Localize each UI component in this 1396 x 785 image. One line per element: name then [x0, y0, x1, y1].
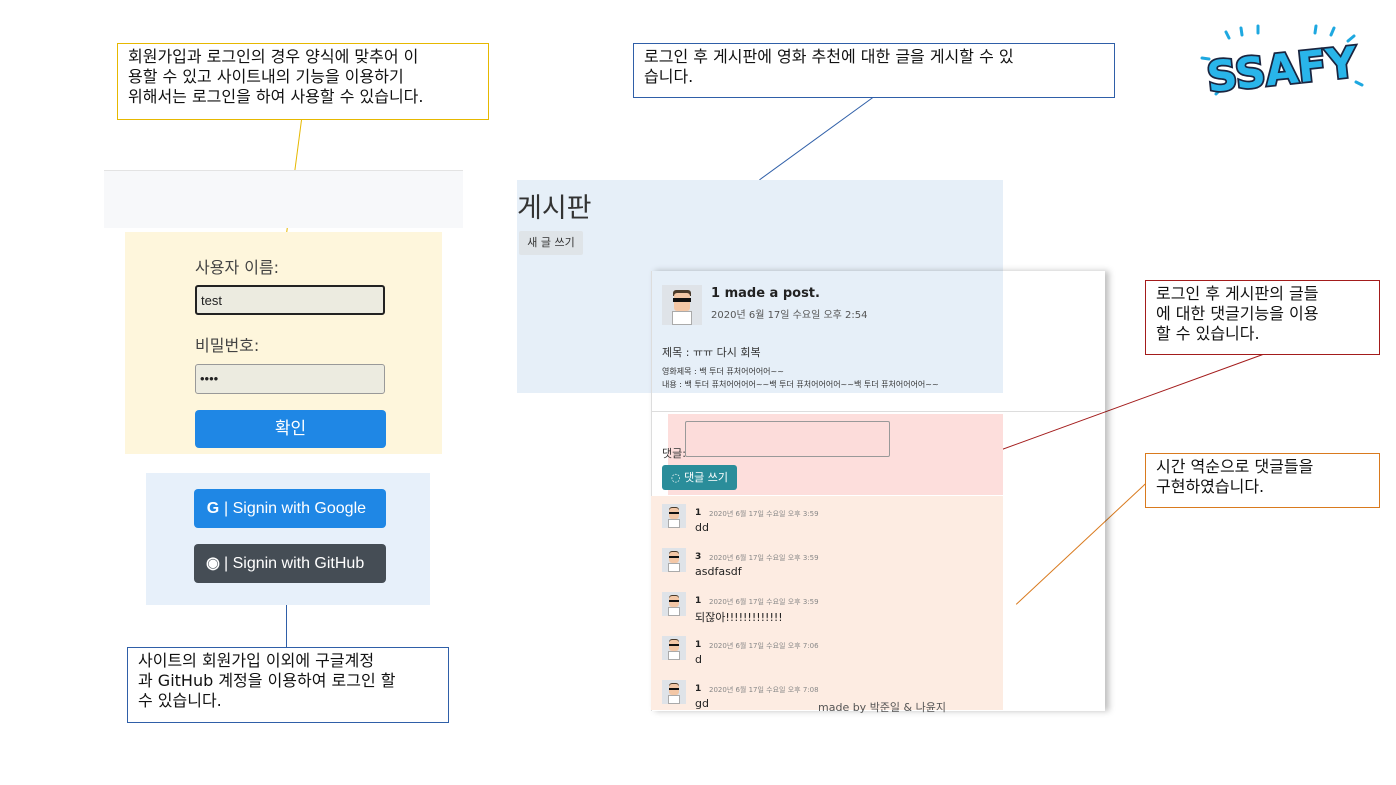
comment-submit-label: 댓글 쓰기 — [684, 471, 729, 484]
login-callout-line: 회원가입과 로그인의 경우 양식에 맞추어 이 — [128, 47, 419, 66]
comment-textarea[interactable] — [685, 421, 890, 457]
google-signin-label: | Signin with Google — [224, 500, 367, 517]
oauth-callout-line: 수 있습니다. — [138, 691, 222, 710]
board-callout-line: 습니다. — [644, 67, 694, 86]
board-callout-line: 로그인 후 게시판에 영화 추천에 대한 글을 게시할 수 있 — [644, 47, 1014, 66]
login-callout-line: 위해서는 로그인을 하여 사용할 수 있습니다. — [128, 87, 424, 106]
login-callout-line: 용할 수 있고 사이트내의 기능을 이용하기 — [128, 67, 404, 86]
comment-callout-line: 로그인 후 게시판의 글들 — [1156, 284, 1319, 303]
comment-text: gd — [695, 697, 709, 710]
comment-submit-button[interactable]: ◌ 댓글 쓰기 — [662, 465, 737, 490]
comment-avatar — [662, 504, 686, 528]
post-content: 내용 : 백 투더 퓨처어어어어~~백 투더 퓨처어어어어~~백 투더 퓨처어어… — [662, 380, 939, 389]
comment-author: 3 — [695, 552, 702, 562]
github-icon: ◉ — [206, 555, 220, 572]
comment-date: 2020년 6월 17일 수요일 오후 7:08 — [709, 686, 819, 694]
oauth-panel: G | Signin with Google ◉ | Signin with Git… — [146, 473, 430, 605]
login-form: 사용자 이름: test 비밀번호: •••• 확인 — [125, 232, 442, 454]
comment-callout-line: 에 대한 댓글기능을 이용 — [1156, 304, 1319, 323]
comment-text: dd — [695, 521, 709, 534]
oauth-callout: 사이트의 회원가입 이외에 구글계정 과 GitHub 계정을 이용하여 로그인… — [127, 647, 449, 723]
order-callout: 시간 역순으로 댓글들을 구현하였습니다. — [1145, 453, 1380, 508]
post-subject: 제목 : ㅠㅠ 다시 회복 — [662, 346, 761, 359]
order-callout-line: 구현하였습니다. — [1156, 477, 1265, 496]
post-author: 1 made a post. — [711, 286, 820, 301]
ssafy-logo: SSAFY — [1200, 24, 1364, 103]
google-icon: G — [206, 500, 220, 517]
username-input[interactable]: test — [195, 285, 385, 315]
comment-date: 2020년 6월 17일 수요일 오후 3:59 — [709, 554, 819, 562]
comment-avatar — [662, 548, 686, 572]
comment-author: 1 — [695, 596, 702, 606]
google-signin-button[interactable]: G | Signin with Google — [194, 489, 386, 528]
comment-text: d — [695, 653, 702, 666]
new-post-button[interactable]: 새 글 쓰기 — [519, 231, 583, 255]
username-label: 사용자 이름: — [195, 258, 280, 277]
oauth-callout-line: 사이트의 회원가입 이외에 구글계정 — [138, 651, 375, 670]
comment-label: 댓글: — [662, 447, 686, 460]
comment-date: 2020년 6월 17일 수요일 오후 7:06 — [709, 642, 819, 650]
password-label: 비밀번호: — [195, 336, 260, 355]
comment-text: 되잖아!!!!!!!!!!!!! — [695, 611, 783, 624]
comment-date: 2020년 6월 17일 수요일 오후 3:59 — [709, 510, 819, 518]
ssafy-logo-text: SSAFY — [1204, 37, 1359, 101]
board-callout: 로그인 후 게시판에 영화 추천에 대한 글을 게시할 수 있 습니다. — [633, 43, 1115, 98]
board-callout-connector — [759, 97, 873, 181]
comment-author: 1 — [695, 684, 702, 694]
comment-avatar — [662, 592, 686, 616]
oauth-callout-connector — [286, 605, 287, 647]
comment-callout: 로그인 후 게시판의 글들 에 대한 댓글기능을 이용 할 수 있습니다. — [1145, 280, 1380, 355]
post-date: 2020년 6월 17일 수요일 오후 2:54 — [711, 310, 868, 321]
footer-credit: made by 박준일 & 나윤지 — [818, 701, 946, 714]
order-callout-line: 시간 역순으로 댓글들을 — [1156, 457, 1314, 476]
comment-callout-line: 할 수 있습니다. — [1156, 324, 1260, 343]
post-divider — [651, 411, 1101, 412]
password-input[interactable]: •••• — [195, 364, 385, 394]
comment-author: 1 — [695, 508, 702, 518]
navbar-strip — [104, 170, 463, 228]
github-signin-button[interactable]: ◉ | Signin with GitHub — [194, 544, 386, 583]
github-signin-label: | Signin with GitHub — [224, 555, 365, 572]
confirm-button[interactable]: 확인 — [195, 410, 386, 448]
post-movie-title: 영화제목 : 백 투더 퓨처어어어어~~ — [662, 367, 784, 376]
comment-avatar — [662, 680, 686, 704]
comment-text: asdfasdf — [695, 565, 742, 578]
comment-bubble-icon: ◌ — [670, 471, 685, 484]
comment-author: 1 — [695, 640, 702, 650]
board-title: 게시판 — [517, 193, 592, 224]
post-avatar — [662, 285, 702, 325]
login-callout: 회원가입과 로그인의 경우 양식에 맞추어 이 용할 수 있고 사이트내의 기능… — [117, 43, 489, 120]
comment-avatar — [662, 636, 686, 660]
oauth-callout-line: 과 GitHub 계정을 이용하여 로그인 할 — [138, 671, 396, 690]
comment-date: 2020년 6월 17일 수요일 오후 3:59 — [709, 598, 819, 606]
